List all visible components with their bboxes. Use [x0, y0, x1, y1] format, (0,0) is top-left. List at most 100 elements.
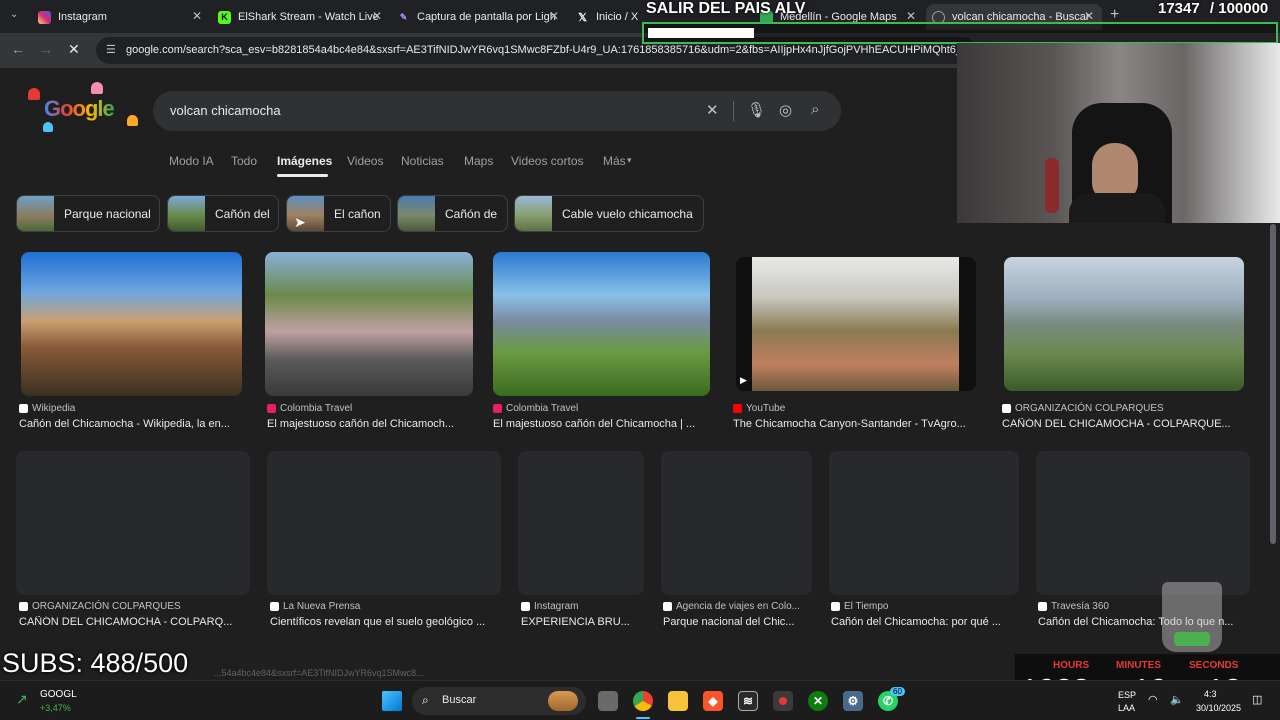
keyboard-language[interactable]: ESP: [1118, 690, 1136, 700]
site-info-icon[interactable]: ☰: [106, 37, 116, 64]
goal-progress-fill: [648, 28, 754, 38]
result-image[interactable]: [493, 252, 710, 396]
chip-parque-nacional[interactable]: Parque nacional: [16, 195, 160, 232]
google-lens-icon[interactable]: ◎: [779, 101, 792, 119]
system-time[interactable]: 4:3: [1204, 689, 1217, 699]
pacman-ghost-icon: [127, 115, 138, 126]
result-source[interactable]: Agencia de viajes en Colo...: [663, 601, 800, 612]
search-box[interactable]: volcan chicamocha ✕ 🎙 ◎ ⌕: [153, 91, 841, 131]
source-label: El Tiempo: [844, 601, 889, 612]
tab-lightshot[interactable]: ✎ Captura de pantalla por Ligh ✕: [397, 4, 559, 30]
xbox-icon[interactable]: ✕: [808, 691, 828, 711]
result-image[interactable]: [21, 252, 242, 396]
volume-icon[interactable]: 🔈: [1170, 693, 1184, 706]
back-arrow-icon[interactable]: ←: [11, 41, 25, 57]
tab-videos[interactable]: Videos: [347, 154, 383, 168]
chip-label: Cañón de: [445, 206, 498, 221]
tab-maps[interactable]: Maps: [464, 154, 493, 168]
result-source[interactable]: YouTube: [733, 403, 785, 414]
result-title[interactable]: The Chicamocha Canyon-Santander - TvAgro…: [733, 418, 981, 430]
result-image[interactable]: [265, 252, 473, 396]
result-image-placeholder[interactable]: [16, 451, 250, 595]
tab-instagram[interactable]: Instagram ✕: [38, 4, 202, 30]
result-title[interactable]: El majestuoso cañón del Chicamocha | ...: [493, 418, 715, 430]
wifi-icon[interactable]: ◠: [1148, 693, 1158, 706]
streamer-body: [1069, 193, 1165, 223]
tab-x[interactable]: 𝕏 Inicio / X: [576, 4, 640, 30]
result-source[interactable]: ORGANIZACIÓN COLPARQUES: [19, 601, 181, 612]
result-source[interactable]: Wikipedia: [19, 403, 75, 414]
tab-list-chevron-icon[interactable]: ⌄: [10, 9, 18, 20]
webcam-feed: [957, 43, 1280, 223]
close-tab-icon[interactable]: ✕: [372, 9, 382, 23]
chip-canon-de[interactable]: Cañón de: [397, 195, 508, 232]
file-explorer-icon[interactable]: [668, 691, 688, 711]
result-source[interactable]: Colombia Travel: [267, 403, 352, 414]
brave-icon[interactable]: ◆: [703, 691, 723, 711]
tab-elshark-stream[interactable]: K ElShark Stream - Watch Live ✕: [218, 4, 382, 30]
result-source[interactable]: Instagram: [521, 601, 578, 612]
search-icon[interactable]: ⌕: [811, 101, 819, 118]
travel-agency-icon: [663, 602, 672, 611]
result-title[interactable]: Cañón del Chicamocha - Wikipedia, la en.…: [19, 418, 247, 430]
result-title[interactable]: EXPERIENCIA BRU...: [521, 616, 641, 628]
tab-videos-cortos[interactable]: Videos cortos: [511, 154, 584, 168]
result-title[interactable]: CAÑÓN DEL CHICAMOCHA - COLPARQ...: [19, 616, 247, 628]
stop-loading-icon[interactable]: ✕: [68, 41, 80, 58]
windows-start-icon[interactable]: [382, 691, 402, 711]
result-source[interactable]: Colombia Travel: [493, 403, 578, 414]
result-title[interactable]: Cañón del Chicamocha: por qué ...: [831, 616, 1017, 628]
result-source[interactable]: La Nueva Prensa: [270, 601, 360, 612]
task-view-icon[interactable]: [598, 691, 618, 711]
microphone-icon[interactable]: 🎙: [747, 101, 766, 119]
system-date[interactable]: 30/10/2025: [1196, 703, 1241, 713]
media-app-icon[interactable]: ≋: [738, 691, 758, 711]
source-label: Wikipedia: [32, 403, 76, 414]
result-image-placeholder[interactable]: [267, 451, 501, 595]
close-tab-icon[interactable]: ✕: [906, 9, 916, 23]
tab-mas[interactable]: Más: [603, 154, 626, 168]
result-image-placeholder[interactable]: [661, 451, 812, 595]
result-image[interactable]: [1004, 257, 1244, 391]
tab-imagenes[interactable]: Imágenes: [277, 154, 332, 168]
chip-canon-del[interactable]: Cañón del: [167, 195, 279, 232]
x-icon: 𝕏: [578, 11, 587, 24]
result-source[interactable]: Travesía 360: [1038, 601, 1109, 612]
result-source[interactable]: ORGANIZACIÓN COLPARQUES: [1002, 403, 1164, 414]
stock-name[interactable]: GOOGL: [40, 689, 77, 700]
chip-cable-vuelo[interactable]: Cable vuelo chicamocha: [514, 195, 704, 232]
forward-arrow-icon[interactable]: →: [39, 41, 53, 57]
result-title[interactable]: CAÑÓN DEL CHICAMOCHA - COLPARQUE...: [1002, 418, 1246, 430]
tab-label: ElShark Stream - Watch Live: [238, 11, 379, 23]
result-image[interactable]: ▶: [736, 257, 976, 391]
more-dropdown-icon[interactable]: ▾: [627, 155, 632, 166]
taskbar-search[interactable]: ⌕ Buscar: [412, 687, 586, 715]
close-tab-icon[interactable]: ✕: [192, 9, 202, 23]
recording-app-icon[interactable]: [773, 691, 793, 711]
hours-label: HOURS: [1053, 660, 1090, 671]
result-image-placeholder[interactable]: [518, 451, 644, 595]
page-scrollbar[interactable]: [1270, 224, 1276, 544]
tab-noticias[interactable]: Noticias: [401, 154, 444, 168]
pacman-ghost-icon: [91, 82, 103, 94]
stream-banner: SALIR DEL PAIS ALV: [646, 0, 806, 17]
result-title[interactable]: Científicos revelan que el suelo geológi…: [270, 616, 500, 628]
result-title[interactable]: Parque nacional del Chic...: [663, 616, 809, 628]
tab-modo-ia[interactable]: Modo IA: [169, 154, 214, 168]
close-tab-icon[interactable]: ✕: [549, 9, 559, 23]
result-image-placeholder[interactable]: [1036, 451, 1250, 595]
result-image-placeholder[interactable]: [829, 451, 1019, 595]
chrome-icon[interactable]: [633, 691, 653, 711]
video-thumbnail: [752, 257, 959, 391]
tab-todo[interactable]: Todo: [231, 154, 257, 168]
result-title[interactable]: El majestuoso cañón del Chicamoch...: [267, 418, 473, 430]
chip-thumbnail: [168, 196, 205, 231]
result-source[interactable]: El Tiempo: [831, 601, 888, 612]
search-input[interactable]: volcan chicamocha: [170, 103, 281, 118]
close-tab-icon[interactable]: ✕: [1084, 9, 1094, 23]
settings-gear-icon[interactable]: ⚙: [843, 691, 863, 711]
google-doodle-logo[interactable]: Google: [28, 82, 148, 134]
whatsapp-badge: 60: [890, 687, 905, 696]
clear-search-icon[interactable]: ✕: [706, 101, 719, 119]
notifications-icon[interactable]: ◫: [1252, 693, 1262, 706]
